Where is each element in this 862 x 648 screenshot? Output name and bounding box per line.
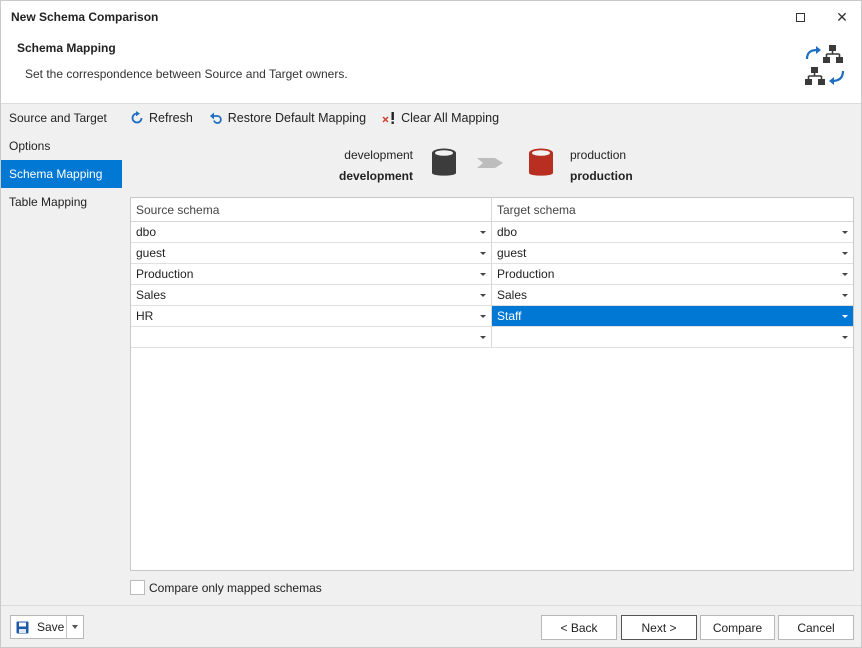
table-row-new xyxy=(131,327,853,348)
cell-value: Sales xyxy=(497,288,528,302)
schema-mapping-grid: Source schema Target schema dbo dbo gues… xyxy=(130,197,854,571)
page-subtitle: Set the correspondence between Source an… xyxy=(25,67,348,81)
chevron-down-icon xyxy=(842,252,848,255)
chevron-down-icon xyxy=(842,273,848,276)
close-button[interactable]: ✕ xyxy=(827,5,857,29)
clear-icon xyxy=(382,112,394,124)
back-button[interactable]: < Back xyxy=(541,615,617,640)
target-connection-name: production xyxy=(570,148,627,162)
compare-button[interactable]: Compare xyxy=(700,615,775,640)
title-bar: New Schema Comparison ✕ xyxy=(1,1,861,33)
clear-all-mapping-button[interactable]: Clear All Mapping xyxy=(382,111,499,125)
mapping-toolbar: Refresh Restore Default Mapping Clear Al… xyxy=(122,104,861,132)
source-schema-dropdown[interactable] xyxy=(131,327,492,347)
source-schema-dropdown[interactable]: dbo xyxy=(131,222,492,242)
cell-value: guest xyxy=(136,246,166,260)
main-panel: Refresh Restore Default Mapping Clear Al… xyxy=(122,103,861,605)
chevron-down-icon xyxy=(842,294,848,297)
target-database-name: production xyxy=(570,169,633,183)
table-row: guest guest xyxy=(131,243,853,264)
source-database-name: development xyxy=(338,169,413,183)
save-split-button: Save xyxy=(10,615,84,639)
next-button[interactable]: Next > xyxy=(621,615,697,640)
checkbox-box[interactable] xyxy=(130,580,145,595)
source-connection-name: development xyxy=(344,148,413,162)
page-header: Schema Mapping Set the correspondence be… xyxy=(1,33,861,103)
source-database-icon xyxy=(432,148,456,176)
save-icon xyxy=(16,621,29,633)
target-schema-dropdown[interactable]: Production xyxy=(492,264,853,284)
chevron-down-icon xyxy=(480,273,486,276)
chevron-down-icon xyxy=(480,252,486,255)
cell-value: Staff xyxy=(497,309,522,323)
chevron-down-icon xyxy=(480,336,486,339)
restore-default-mapping-label: Restore Default Mapping xyxy=(227,111,367,125)
chevron-down-icon xyxy=(480,231,486,234)
target-schema-dropdown[interactable]: guest xyxy=(492,243,853,263)
target-schema-dropdown[interactable] xyxy=(492,327,853,347)
page-title: Schema Mapping xyxy=(17,41,116,55)
table-row: HR Staff xyxy=(131,306,853,327)
save-button[interactable]: Save xyxy=(11,616,67,638)
schema-comparison-window: New Schema Comparison ✕ Schema Mapping S… xyxy=(0,0,862,648)
compare-only-mapped-label: Compare only mapped schemas xyxy=(149,580,322,595)
source-schema-dropdown[interactable]: guest xyxy=(131,243,492,263)
target-schema-dropdown[interactable]: Sales xyxy=(492,285,853,305)
save-label: Save xyxy=(37,620,65,634)
wizard-nav: Source and Target Options Schema Mapping… xyxy=(1,103,122,605)
direction-arrow-icon xyxy=(477,158,503,168)
table-row: Production Production xyxy=(131,264,853,285)
close-icon: ✕ xyxy=(836,8,848,25)
cell-value: HR xyxy=(136,309,154,323)
target-schema-dropdown[interactable]: Staff xyxy=(492,306,853,326)
nav-item-schema-mapping[interactable]: Schema Mapping xyxy=(1,160,122,188)
grid-header: Source schema Target schema xyxy=(131,198,853,222)
wizard-footer: Save < Back Next > Compare Cancel xyxy=(1,605,861,647)
nav-item-options[interactable]: Options xyxy=(1,132,122,160)
source-schema-dropdown[interactable]: Production xyxy=(131,264,492,284)
cell-value: dbo xyxy=(136,225,157,239)
connection-summary: development development production produ… xyxy=(122,140,861,194)
clear-all-mapping-label: Clear All Mapping xyxy=(401,111,500,125)
nav-item-table-mapping[interactable]: Table Mapping xyxy=(1,188,122,216)
chevron-down-icon xyxy=(480,315,486,318)
window-title: New Schema Comparison xyxy=(11,10,159,24)
save-options-dropdown[interactable] xyxy=(67,616,83,638)
schema-mapping-icon xyxy=(801,43,851,93)
maximize-button[interactable] xyxy=(785,5,815,29)
compare-only-mapped-checkbox[interactable]: Compare only mapped schemas xyxy=(130,580,322,595)
undo-icon xyxy=(209,112,222,124)
chevron-down-icon xyxy=(842,336,848,339)
header-target-schema[interactable]: Target schema xyxy=(492,198,853,222)
cell-value: guest xyxy=(497,246,527,260)
chevron-down-icon xyxy=(842,231,848,234)
table-row: Sales Sales xyxy=(131,285,853,306)
chevron-down-icon xyxy=(842,315,848,318)
restore-default-mapping-button[interactable]: Restore Default Mapping xyxy=(209,111,366,125)
refresh-button[interactable]: Refresh xyxy=(130,111,193,125)
cell-value: Production xyxy=(136,267,194,281)
table-row: dbo dbo xyxy=(131,222,853,243)
header-source-schema[interactable]: Source schema xyxy=(131,198,492,222)
source-schema-dropdown[interactable]: Sales xyxy=(131,285,492,305)
source-schema-dropdown[interactable]: HR xyxy=(131,306,492,326)
refresh-label: Refresh xyxy=(149,111,193,125)
maximize-icon xyxy=(795,12,805,22)
chevron-down-icon xyxy=(480,294,486,297)
cancel-button[interactable]: Cancel xyxy=(778,615,854,640)
refresh-icon xyxy=(131,111,143,124)
cell-value: Sales xyxy=(136,288,167,302)
cell-value: dbo xyxy=(497,225,518,239)
target-database-icon xyxy=(529,148,553,176)
target-schema-dropdown[interactable]: dbo xyxy=(492,222,853,242)
cell-value: Production xyxy=(497,267,555,281)
chevron-down-icon xyxy=(72,625,78,629)
nav-item-source-and-target[interactable]: Source and Target xyxy=(1,104,122,132)
